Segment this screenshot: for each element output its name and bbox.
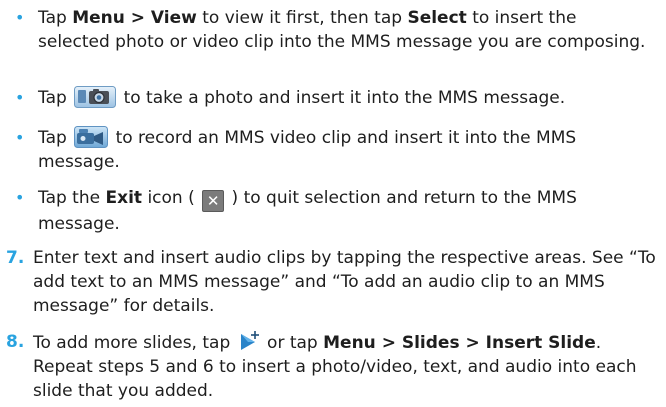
bullet-marker: •	[15, 188, 25, 207]
text: to take a photo and insert it into the M…	[118, 88, 566, 108]
text: or tap	[261, 333, 324, 353]
text: to record an MMS video clip and insert i…	[38, 128, 577, 172]
text: Tap the	[38, 188, 106, 208]
exit-icon[interactable]: ✕	[202, 190, 225, 212]
bullet-marker: •	[15, 8, 25, 27]
step-number: 8.	[6, 332, 25, 352]
menu-path-text: Menu > View	[72, 8, 197, 28]
document-page: • Tap Menu > View to view it first, then…	[0, 0, 666, 407]
bullet-item-record-video: • Tap to record an MMS video clip and in…	[15, 126, 648, 174]
text: To add more slides, tap	[33, 333, 236, 353]
select-text: Select	[407, 8, 467, 28]
text: Tap	[38, 8, 73, 28]
bullet-item-exit: • Tap the Exit icon ( ✕ ) to quit select…	[15, 186, 648, 236]
menu-path-text: Menu > Slides > Insert Slide	[323, 333, 596, 353]
video-camera-icon[interactable]	[74, 126, 109, 148]
text: to view it first, then tap	[196, 8, 408, 28]
camera-icon[interactable]	[74, 86, 117, 108]
step-number: 7.	[6, 248, 25, 268]
bullet-item-take-photo: • Tap to take a photo and insert it into…	[15, 86, 648, 110]
bullet-item-view-select: • Tap Menu > View to view it first, then…	[15, 6, 648, 54]
insert-slide-icon[interactable]	[238, 330, 260, 352]
text: Tap	[38, 128, 73, 148]
bullet-marker: •	[15, 88, 25, 107]
step-text: Enter text and insert audio clips by tap…	[33, 248, 656, 316]
text: icon (	[142, 188, 201, 208]
step-8: 8. To add more slides, tap or tap Menu >…	[6, 330, 663, 403]
step-7: 7. Enter text and insert audio clips by …	[6, 246, 663, 318]
exit-text: Exit	[105, 188, 143, 208]
text: Tap	[38, 88, 73, 108]
bullet-marker: •	[15, 128, 25, 147]
